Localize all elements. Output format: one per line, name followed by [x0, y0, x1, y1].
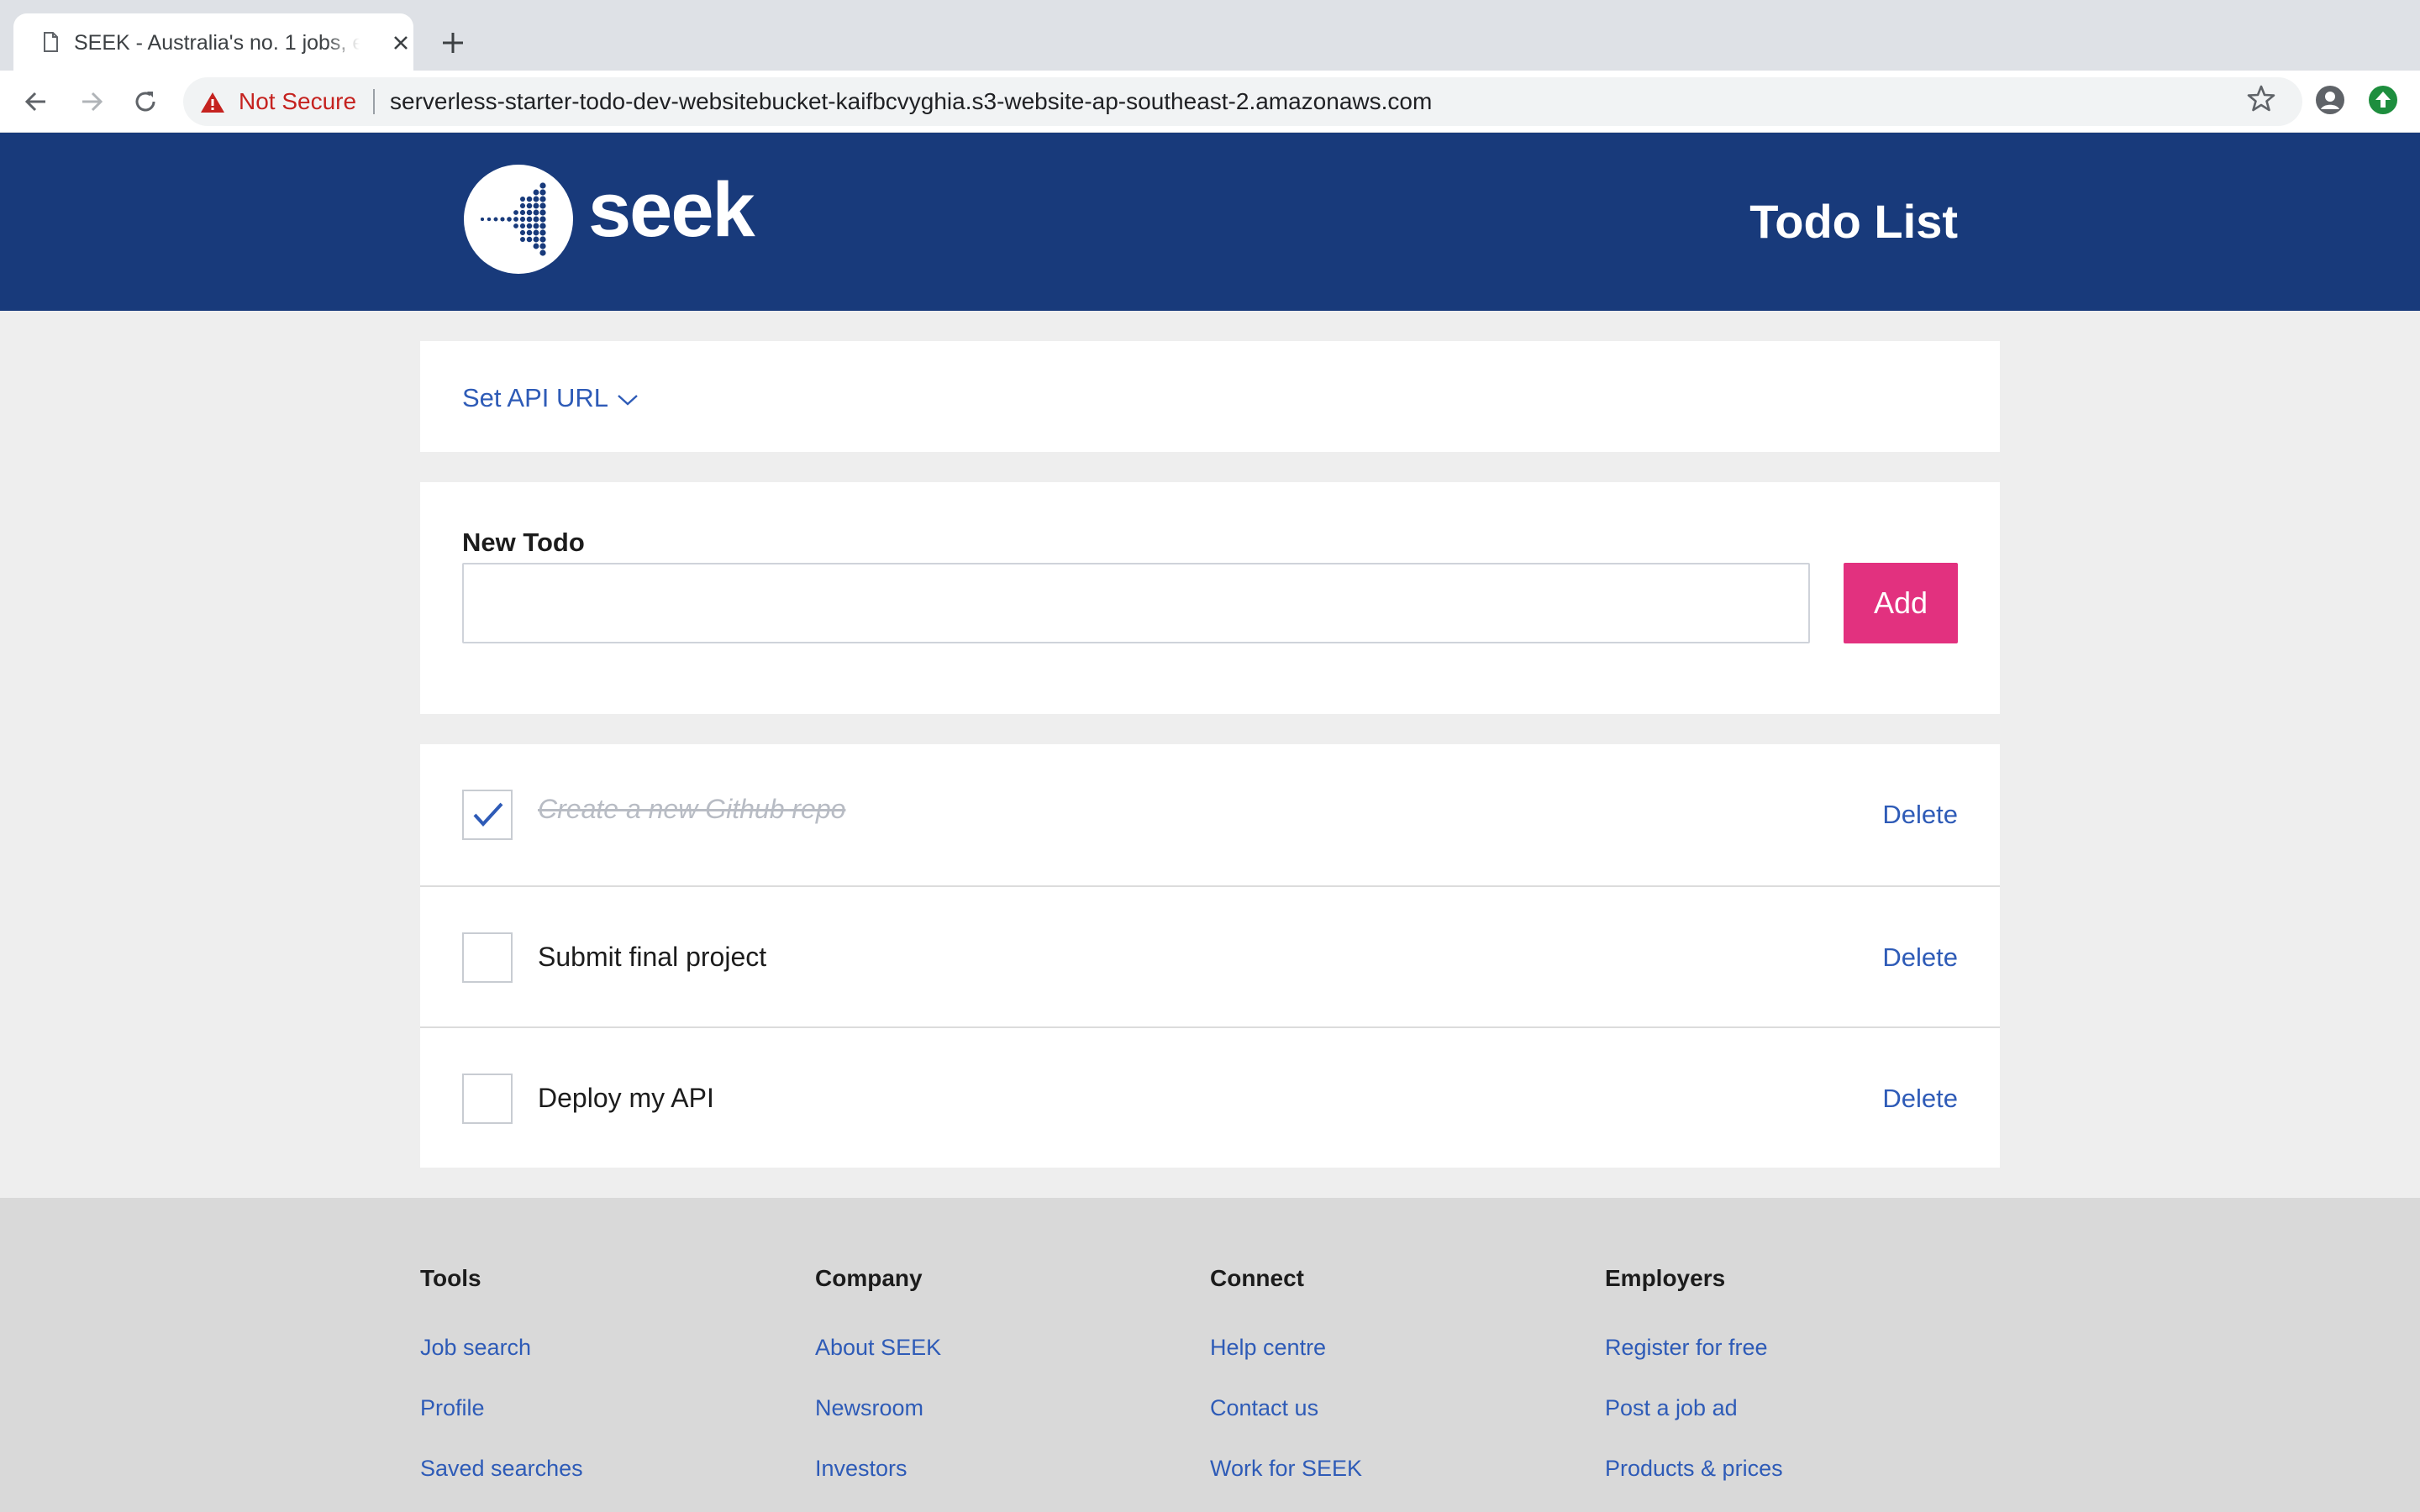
set-api-url-toggle[interactable]: Set API URL	[462, 381, 639, 415]
todo-text: Deploy my API	[538, 1083, 714, 1113]
todo-text: Create a new Github repo	[538, 794, 846, 824]
star-icon[interactable]	[2247, 84, 2275, 113]
footer-link[interactable]: Saved searches	[420, 1453, 790, 1483]
todo-checkbox[interactable]	[462, 790, 513, 840]
omnibox-divider	[373, 89, 375, 114]
browser-tabstrip: SEEK - Australia's no. 1 jobs, employmen…	[0, 0, 2420, 71]
browser-tab[interactable]: SEEK - Australia's no. 1 jobs, employmen…	[13, 13, 413, 71]
footer-link[interactable]: Post a job ad	[1605, 1393, 1975, 1423]
profile-icon[interactable]	[2314, 84, 2346, 116]
todo-text: Submit final project	[538, 942, 767, 972]
page-icon	[44, 32, 58, 52]
update-icon[interactable]	[2368, 85, 2398, 115]
footer-link[interactable]: Newsroom	[815, 1393, 1185, 1423]
checkmark-icon	[473, 802, 503, 827]
logo-dots-icon	[481, 182, 546, 256]
new-todo-card: New Todo Add	[420, 482, 2000, 714]
todo-list-card: Create a new Github repo Delete Submit f…	[420, 744, 2000, 1168]
footer-link[interactable]: Register for free	[1605, 1332, 1975, 1362]
footer-link[interactable]: Help centre	[1210, 1332, 1580, 1362]
footer-column-tools: Tools Job search Profile Saved searches	[420, 1263, 790, 1483]
set-api-url-label: Set API URL	[462, 383, 609, 412]
page-title: Todo List	[1749, 195, 1958, 248]
api-url-card: Set API URL	[420, 341, 2000, 452]
logo-wordmark[interactable]: seek	[588, 168, 755, 252]
app-header: seek Todo List	[0, 133, 2420, 311]
site-footer: Tools Job search Profile Saved searches …	[0, 1198, 2420, 1512]
delete-button[interactable]: Delete	[1882, 798, 1958, 832]
reload-icon[interactable]	[129, 86, 161, 118]
seek-logo-icon[interactable]	[464, 165, 573, 274]
add-button[interactable]: Add	[1844, 563, 1958, 643]
security-status[interactable]: Not Secure	[239, 86, 356, 118]
footer-link[interactable]: Job search	[420, 1332, 790, 1362]
footer-link[interactable]: About SEEK	[815, 1332, 1185, 1362]
tab-title: SEEK - Australia's no. 1 jobs, employmen…	[74, 29, 360, 56]
todo-item: Create a new Github repo Delete	[420, 744, 2000, 885]
url-text[interactable]: serverless-starter-todo-dev-websitebucke…	[390, 86, 1432, 118]
footer-heading: Connect	[1210, 1265, 1304, 1291]
footer-heading: Employers	[1605, 1265, 1726, 1291]
footer-link[interactable]: Profile	[420, 1393, 790, 1423]
footer-column-employers: Employers Register for free Post a job a…	[1605, 1263, 1975, 1483]
new-todo-input[interactable]	[462, 563, 1810, 643]
address-bar[interactable]: Not Secure serverless-starter-todo-dev-w…	[183, 77, 2302, 126]
todo-checkbox[interactable]	[462, 932, 513, 983]
warning-icon	[201, 92, 224, 113]
footer-column-company: Company About SEEK Newsroom Investors	[815, 1263, 1185, 1483]
plus-icon[interactable]	[439, 29, 467, 57]
forward-arrow-icon[interactable]	[76, 86, 108, 118]
back-arrow-icon[interactable]	[20, 86, 52, 118]
footer-column-connect: Connect Help centre Contact us Work for …	[1210, 1263, 1580, 1483]
footer-link[interactable]: Contact us	[1210, 1393, 1580, 1423]
footer-link[interactable]: Products & prices	[1605, 1453, 1975, 1483]
footer-heading: Tools	[420, 1265, 481, 1291]
new-todo-label: New Todo	[462, 528, 585, 557]
todo-item: Deploy my API Delete	[420, 1026, 2000, 1168]
footer-link[interactable]: Work for SEEK	[1210, 1453, 1580, 1483]
delete-button[interactable]: Delete	[1882, 941, 1958, 974]
delete-button[interactable]: Delete	[1882, 1082, 1958, 1116]
footer-heading: Company	[815, 1265, 923, 1291]
todo-item: Submit final project Delete	[420, 885, 2000, 1026]
close-icon[interactable]	[390, 32, 412, 54]
footer-link[interactable]: Investors	[815, 1453, 1185, 1483]
browser-toolbar: Not Secure serverless-starter-todo-dev-w…	[0, 71, 2420, 133]
chevron-down-icon	[618, 395, 638, 406]
todo-checkbox[interactable]	[462, 1074, 513, 1124]
